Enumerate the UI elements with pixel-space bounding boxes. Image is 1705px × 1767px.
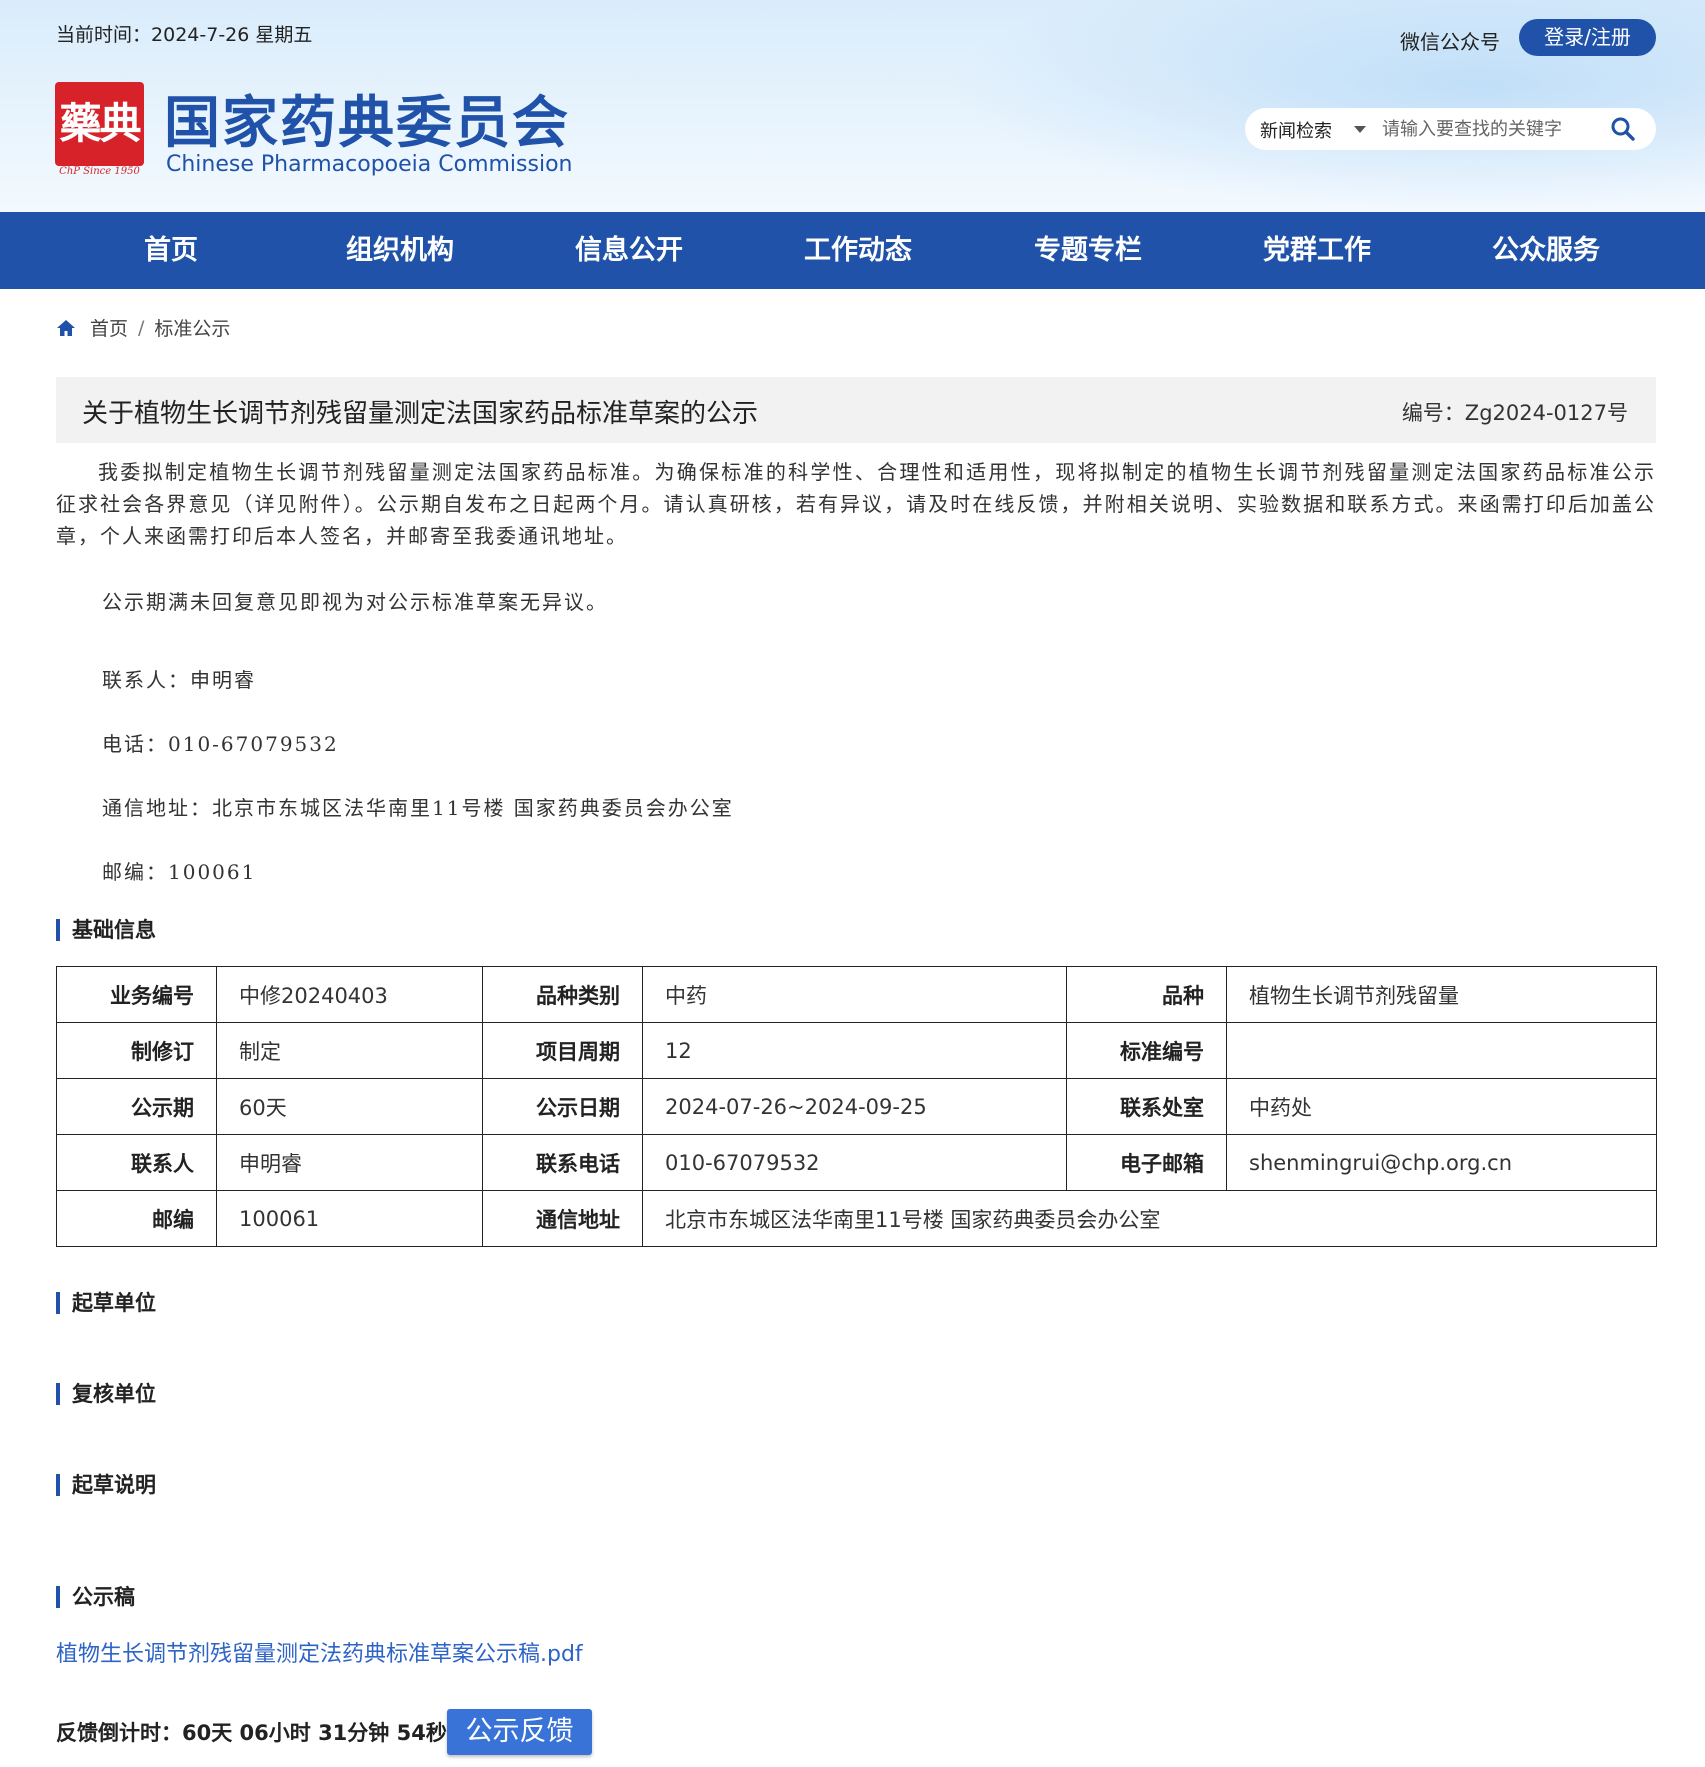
section-drafting-unit: 起草单位 — [56, 1292, 156, 1314]
nav-item-party-work[interactable]: 党群工作 — [1227, 212, 1407, 289]
draft-pdf-link[interactable]: 植物生长调节剂残留量测定法药典标准草案公示稿.pdf — [56, 1636, 583, 1668]
table-value: 2024-07-26~2024-09-25 — [642, 1078, 1067, 1135]
wechat-link[interactable]: 微信公众号 — [1400, 26, 1500, 55]
logo-since-text: ChP Since 1950 — [59, 166, 140, 177]
article-title: 关于植物生长调节剂残留量测定法国家药品标准草案的公示 — [82, 399, 759, 429]
section-review-unit: 复核单位 — [56, 1383, 156, 1405]
table-label: 项目周期 — [482, 1022, 643, 1079]
table-value: 中药处 — [1226, 1078, 1657, 1135]
table-label: 联系电话 — [482, 1134, 643, 1191]
site-name-cn[interactable]: 国家药典委员会 — [164, 78, 570, 159]
search-icon[interactable] — [1610, 116, 1636, 142]
contact-address: 通信地址：北京市东城区法华南里11号楼 国家药典委员会办公室 — [102, 796, 734, 820]
table-value: 12 — [642, 1022, 1067, 1079]
site-name-en: Chinese Pharmacopoeia Commission — [166, 152, 573, 177]
current-time: 当前时间：2024-7-26 星期五 — [56, 20, 312, 47]
table-value: 申明睿 — [216, 1134, 483, 1191]
table-label: 公示期 — [56, 1078, 217, 1135]
table-value: 中药 — [642, 966, 1067, 1023]
nav-item-public-service[interactable]: 公众服务 — [1456, 212, 1636, 289]
table-value — [1226, 1022, 1657, 1079]
logo-seal[interactable]: 藥典 — [55, 82, 144, 166]
table-label: 联系处室 — [1066, 1078, 1227, 1135]
section-draft: 公示稿 — [56, 1586, 135, 1608]
table-label: 邮编 — [56, 1190, 217, 1247]
table-label: 标准编号 — [1066, 1022, 1227, 1079]
table-row: 业务编号 中修20240403 品种类别 中药 品种 植物生长调节剂残留量 — [56, 966, 1657, 1023]
article-number: 编号：Zg2024-0127号 — [1401, 401, 1628, 425]
table-label: 制修订 — [56, 1022, 217, 1079]
table-label: 业务编号 — [56, 966, 217, 1023]
home-icon[interactable] — [56, 318, 76, 338]
search-input[interactable] — [1382, 114, 1602, 144]
breadcrumb-current[interactable]: 标准公示 — [154, 314, 230, 341]
search-type-select[interactable]: 新闻检索 — [1260, 117, 1332, 143]
table-value: shenmingrui@chp.org.cn — [1226, 1134, 1657, 1191]
nav-item-organization[interactable]: 组织机构 — [310, 212, 490, 289]
basic-info-table: 业务编号 中修20240403 品种类别 中药 品种 植物生长调节剂残留量 制修… — [56, 966, 1657, 1247]
table-value: 60天 — [216, 1078, 483, 1135]
section-drafting-notes: 起草说明 — [56, 1474, 156, 1496]
table-value: 010-67079532 — [642, 1134, 1067, 1191]
article-paragraph-2: 公示期满未回复意见即视为对公示标准草案无异议。 — [102, 590, 608, 614]
countdown-label: 反馈倒计时： — [56, 1721, 182, 1745]
table-label: 电子邮箱 — [1066, 1134, 1227, 1191]
table-value: 100061 — [216, 1190, 483, 1247]
nav-item-topics[interactable]: 专题专栏 — [998, 212, 1178, 289]
table-value: 中修20240403 — [216, 966, 483, 1023]
table-value: 制定 — [216, 1022, 483, 1079]
contact-phone: 电话：010-67079532 — [102, 732, 339, 756]
breadcrumb-home[interactable]: 首页 — [90, 314, 128, 341]
main-nav: 首页 组织机构 信息公开 工作动态 专题专栏 党群工作 公众服务 — [0, 212, 1705, 289]
table-label: 通信地址 — [482, 1190, 643, 1247]
chevron-down-icon[interactable] — [1354, 126, 1366, 133]
feedback-countdown: 反馈倒计时：60天 06小时 31分钟 54秒 — [56, 1717, 447, 1747]
breadcrumb: 首页 / 标准公示 — [56, 314, 230, 341]
current-time-value: 2024-7-26 星期五 — [151, 24, 313, 46]
table-label: 联系人 — [56, 1134, 217, 1191]
table-label: 公示日期 — [482, 1078, 643, 1135]
table-row: 公示期 60天 公示日期 2024-07-26~2024-09-25 联系处室 … — [56, 1078, 1657, 1135]
breadcrumb-separator: / — [138, 316, 145, 339]
search-box: 新闻检索 — [1245, 108, 1656, 150]
contact-person: 联系人：申明睿 — [102, 668, 256, 692]
table-label: 品种类别 — [482, 966, 643, 1023]
table-value: 植物生长调节剂残留量 — [1226, 966, 1657, 1023]
countdown-value: 60天 06小时 31分钟 54秒 — [182, 1721, 447, 1745]
current-time-label: 当前时间： — [56, 24, 152, 46]
table-row: 制修订 制定 项目周期 12 标准编号 — [56, 1022, 1657, 1079]
nav-item-work-news[interactable]: 工作动态 — [768, 212, 948, 289]
table-row: 联系人 申明睿 联系电话 010-67079532 电子邮箱 shenmingr… — [56, 1134, 1657, 1191]
article-paragraph-1: 我委拟制定植物生长调节剂残留量测定法国家药品标准。为确保标准的科学性、合理性和适… — [56, 460, 1656, 548]
feedback-button[interactable]: 公示反馈 — [447, 1709, 592, 1755]
contact-postcode: 邮编：100061 — [102, 860, 257, 884]
table-label: 品种 — [1066, 966, 1227, 1023]
article-title-bar: 关于植物生长调节剂残留量测定法国家药品标准草案的公示 编号：Zg2024-012… — [56, 377, 1656, 443]
section-basic-info: 基础信息 — [56, 919, 156, 941]
table-row: 邮编 100061 通信地址 北京市东城区法华南里11号楼 国家药典委员会办公室 — [56, 1190, 1657, 1247]
table-value: 北京市东城区法华南里11号楼 国家药典委员会办公室 — [642, 1190, 1657, 1247]
nav-item-home[interactable]: 首页 — [81, 212, 261, 289]
nav-item-disclosure[interactable]: 信息公开 — [539, 212, 719, 289]
login-register-button[interactable]: 登录/注册 — [1519, 19, 1656, 56]
